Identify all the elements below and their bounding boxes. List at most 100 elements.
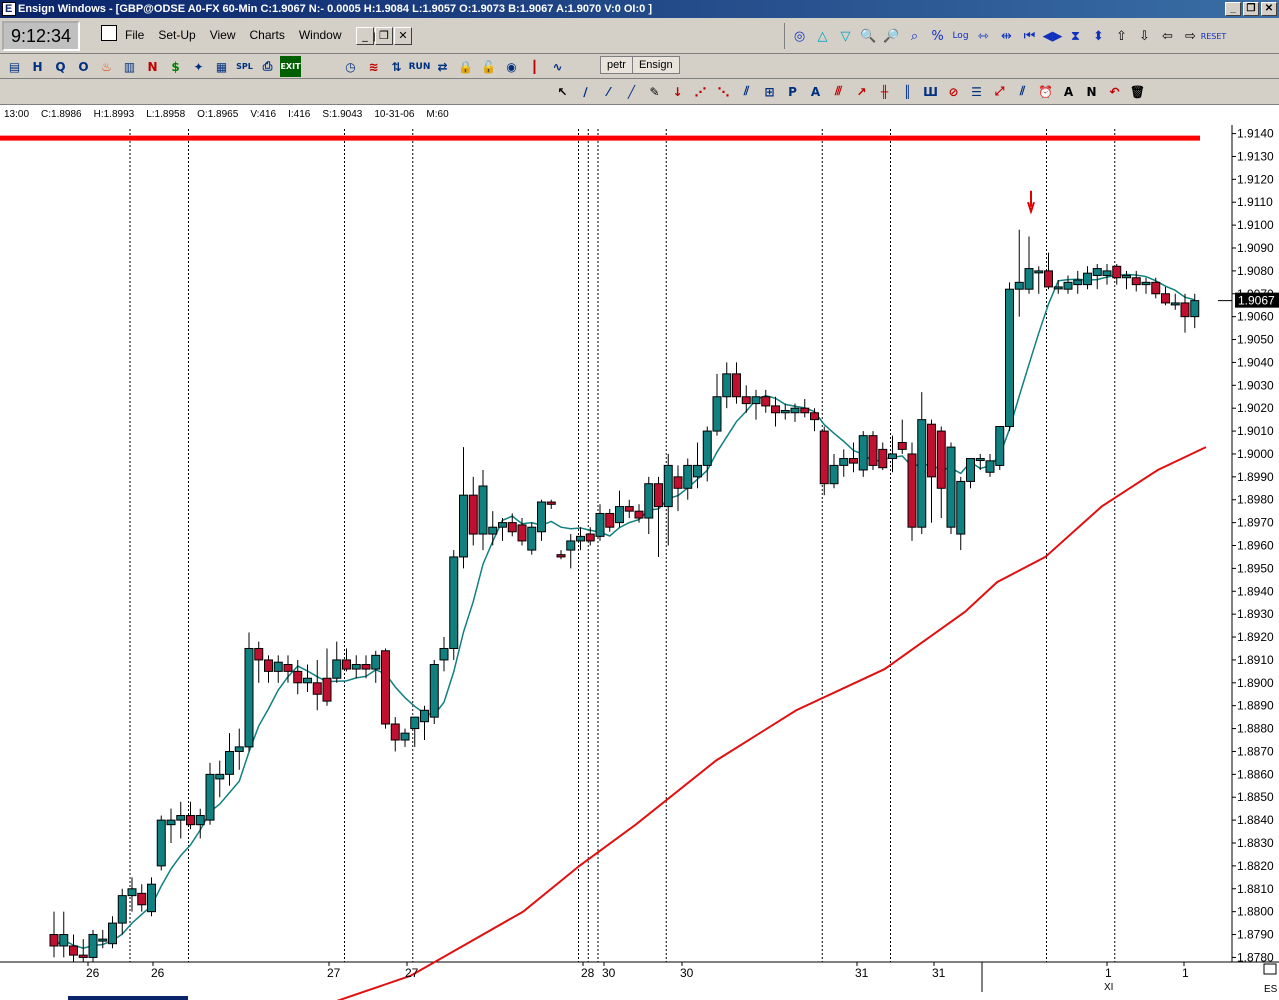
menu-file[interactable]: File — [118, 26, 151, 44]
expand-icon[interactable]: ⇹ — [996, 26, 1017, 47]
scroll-arrows-icon[interactable]: ◀▶ — [1042, 26, 1063, 47]
mdi-close-icon[interactable]: ✕ — [394, 27, 412, 45]
curve-icon[interactable]: ∿ — [547, 56, 568, 77]
exit-icon[interactable]: EXIT — [280, 56, 301, 77]
quote-icon[interactable]: Q — [50, 56, 71, 77]
menu-charts[interactable]: Charts — [243, 26, 292, 44]
chart-window-icon[interactable] — [101, 25, 117, 41]
wave-lines-icon[interactable]: Ш — [920, 81, 941, 102]
arrow-right-icon[interactable]: ⇨ — [1180, 26, 1201, 47]
line-3-icon[interactable]: ╱ — [621, 81, 642, 102]
text-n-icon[interactable]: N — [1081, 81, 1102, 102]
bars-icon[interactable]: ▥ — [119, 56, 140, 77]
p-icon[interactable]: P — [782, 81, 803, 102]
fire-icon[interactable]: ♨ — [96, 56, 117, 77]
triangle-up-icon[interactable]: △ — [812, 26, 833, 47]
zoom-in-icon[interactable]: 🔍 — [858, 26, 879, 47]
dollar-icon[interactable]: $ — [165, 56, 186, 77]
candle-body — [244, 647, 254, 748]
cycle-lines-icon[interactable]: ║ — [897, 81, 918, 102]
scroll-left-end-icon[interactable]: ⏮ — [1019, 26, 1040, 47]
compress-icon[interactable]: ⇿ — [973, 26, 994, 47]
alert-icon[interactable]: ✦ — [188, 56, 209, 77]
marker-arrow-icon[interactable]: ↓ — [667, 81, 688, 102]
a-box-icon[interactable]: A — [805, 81, 826, 102]
undo-icon[interactable]: ↶ — [1104, 81, 1125, 102]
options-icon[interactable]: O — [73, 56, 94, 77]
chart-pane[interactable]: 1.9140 1.9130 1.9120 1.9110 1.9100 1.9090 1.90… — [0, 105, 1279, 1000]
arrow-down-icon[interactable]: ⇩ — [1134, 26, 1155, 47]
pencil-icon[interactable]: ✎ — [644, 81, 665, 102]
wave-icon[interactable]: ≋ — [363, 56, 384, 77]
zoom-out-icon[interactable]: 🔎 — [881, 26, 902, 47]
fan-icon[interactable]: ⋰ — [690, 81, 711, 102]
zoom-box-icon[interactable]: ⌕ — [904, 26, 925, 47]
table-icon[interactable]: ▦ — [211, 56, 232, 77]
connect-icon[interactable]: ⇄ — [432, 56, 453, 77]
candle-body — [732, 373, 741, 398]
log-scale-icon[interactable]: Log — [950, 26, 971, 47]
split-icon[interactable]: ⇅ — [386, 56, 407, 77]
trend-icon[interactable]: ↗ — [851, 81, 872, 102]
mdi-restore-icon[interactable]: ❐ — [375, 27, 393, 45]
windows-icon[interactable]: ▤ — [4, 56, 25, 77]
channel-icon[interactable]: ⫽ — [736, 81, 757, 102]
news-icon[interactable]: N — [142, 56, 163, 77]
price-chart[interactable]: 1.9140 1.9130 1.9120 1.9110 1.9100 1.9090 1.90… — [0, 105, 1279, 1000]
text-a-icon[interactable]: A — [1058, 81, 1079, 102]
close-icon[interactable]: ✕ — [1261, 2, 1277, 16]
ray-icon[interactable]: ⤢ — [989, 81, 1010, 102]
arrow-up-icon[interactable]: ⇧ — [1111, 26, 1132, 47]
menu-view[interactable]: View — [203, 26, 243, 44]
circle-icon[interactable]: ⊘ — [943, 81, 964, 102]
y-tick-label: 1.9060 — [1237, 310, 1274, 324]
mdi-minimize-icon[interactable]: _ — [356, 27, 374, 45]
candle-body — [283, 664, 293, 672]
up-down-icon[interactable]: ⬍ — [1088, 26, 1109, 47]
line-icon[interactable]: ∕ — [575, 81, 596, 102]
pin-icon[interactable]: ┃ — [524, 56, 545, 77]
triangle-down-icon[interactable]: ▽ — [835, 26, 856, 47]
clock-icon[interactable]: ◷ — [340, 56, 361, 77]
candle-body — [215, 773, 225, 780]
page-tab-ensign[interactable]: Ensign — [631, 56, 680, 74]
hlines-icon[interactable]: ☰ — [966, 81, 987, 102]
spl-icon[interactable]: SPL — [234, 56, 255, 77]
lock-icon[interactable]: 🔒 — [455, 56, 476, 77]
candle-body — [790, 407, 800, 414]
cycle-icon[interactable]: ◎ — [789, 26, 810, 47]
x-sub-label: XI — [1104, 982, 1113, 993]
chart-icon[interactable]: H — [27, 56, 48, 77]
reset-icon[interactable]: RESET — [1201, 26, 1227, 47]
menu-window[interactable]: Window — [292, 26, 349, 44]
cursor-icon[interactable]: ↖ — [552, 81, 573, 102]
grid-icon[interactable]: ⊞ — [759, 81, 780, 102]
print-icon[interactable]: ⎙ — [257, 56, 278, 77]
ensign-app-icon[interactable] — [2, 0, 16, 18]
sound-icon[interactable]: ◉ — [501, 56, 522, 77]
unlock-icon[interactable]: 🔓 — [478, 56, 499, 77]
line-2-icon[interactable]: ⁄ — [598, 81, 619, 102]
minimize-icon[interactable]: _ — [1225, 2, 1241, 16]
candle-body — [1053, 286, 1063, 290]
fan-2-icon[interactable]: ⋱ — [713, 81, 734, 102]
x-tick-label: 26 — [86, 966, 100, 980]
arrow-left-icon[interactable]: ⇦ — [1157, 26, 1178, 47]
candle-body — [634, 510, 644, 519]
y-tick-label: 1.9140 — [1237, 127, 1274, 141]
candle — [761, 389, 771, 413]
hourglass-icon[interactable]: ⧗ — [1065, 26, 1086, 47]
trash-icon[interactable]: 🗑 — [1127, 81, 1148, 102]
percent-icon[interactable]: % — [927, 26, 948, 47]
alarm-icon[interactable]: ⏰ — [1035, 81, 1056, 102]
candle-body — [761, 396, 771, 407]
run-icon[interactable]: RUN — [409, 56, 431, 77]
parallel-icon[interactable]: ⫽ — [1012, 81, 1033, 102]
page-tab-petr[interactable]: petr — [600, 56, 633, 74]
candle-body — [1131, 277, 1141, 286]
diagonal-icon[interactable]: ⫻ — [828, 81, 849, 102]
restore-icon[interactable]: ❐ — [1243, 2, 1259, 16]
candle — [819, 426, 829, 496]
menu-setup[interactable]: Set-Up — [151, 26, 202, 44]
bars-hl-icon[interactable]: ╫ — [874, 81, 895, 102]
